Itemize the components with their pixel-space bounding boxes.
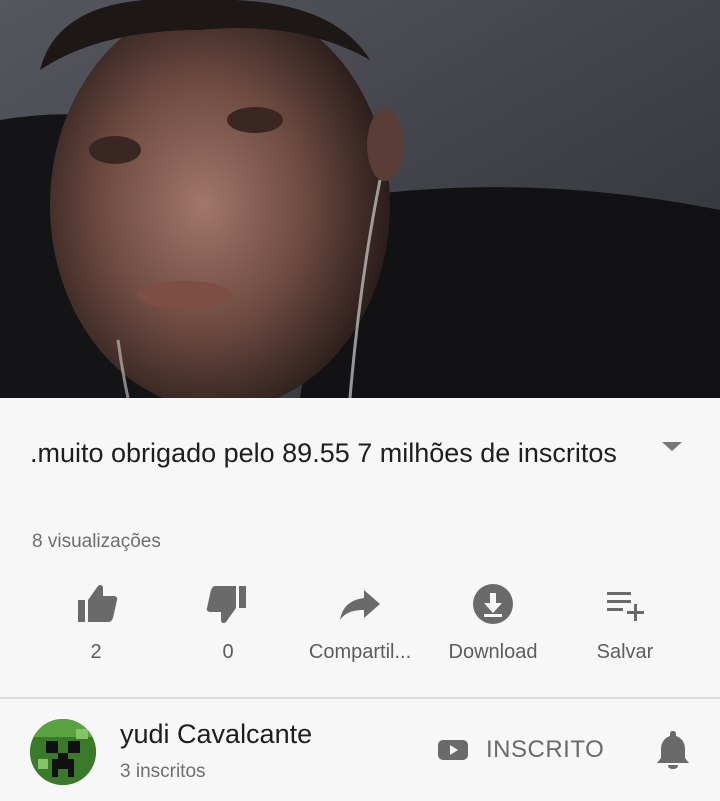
thumb-up-icon [72, 580, 120, 628]
dislike-count: 0 [222, 641, 234, 663]
channel-avatar[interactable] [30, 719, 96, 785]
video-title: .muito obrigado pelo 89.55 7 milhões de … [30, 438, 617, 468]
like-count: 2 [90, 641, 102, 663]
download-label: Download [448, 641, 538, 663]
bell-icon [657, 731, 689, 769]
view-count: 8 visualizações [32, 531, 161, 552]
channel-row: yudi Cavalcante 3 inscritos INSCRITO [0, 699, 720, 801]
download-icon [469, 580, 517, 628]
subscribed-button[interactable]: INSCRITO [438, 733, 604, 767]
share-icon [336, 580, 384, 628]
youtube-logo-icon [438, 740, 468, 760]
share-button[interactable]: Compartil... [290, 578, 430, 678]
video-player[interactable] [0, 0, 720, 398]
thumb-down-icon [204, 580, 252, 628]
video-frame [0, 0, 720, 398]
subscriber-count: 3 inscritos [120, 761, 206, 782]
subscribed-label: INSCRITO [486, 736, 605, 763]
save-button[interactable]: Salvar [555, 578, 695, 678]
dislike-button[interactable]: 0 [158, 578, 298, 678]
share-label: Compartil... [308, 641, 412, 663]
channel-name[interactable]: yudi Cavalcante [120, 719, 312, 750]
playlist-add-icon [601, 580, 649, 628]
creeper-avatar-icon [30, 719, 96, 785]
save-label: Salvar [596, 641, 654, 663]
download-button[interactable]: Download [423, 578, 563, 678]
video-info-panel: .muito obrigado pelo 89.55 7 milhões de … [0, 398, 720, 700]
action-bar: 2 0 Compartil... Download Salvar [0, 578, 720, 678]
expand-description-icon[interactable] [662, 442, 682, 451]
like-button[interactable]: 2 [26, 578, 166, 678]
notifications-bell-button[interactable] [655, 729, 691, 769]
